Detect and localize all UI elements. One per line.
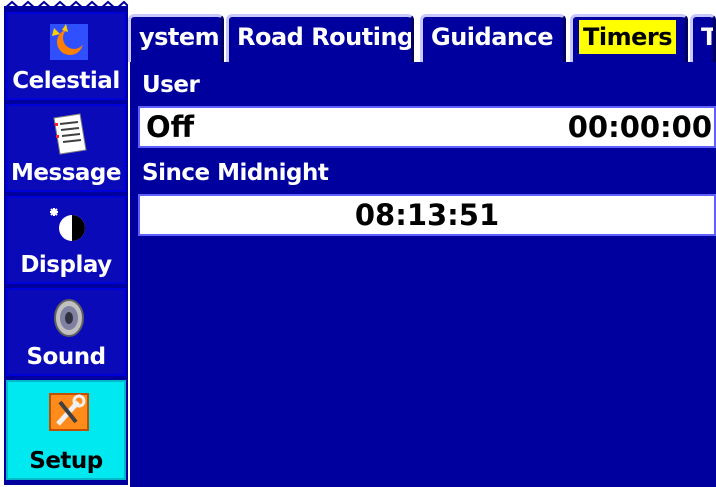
- celestial-icon: [50, 24, 88, 60]
- sidebar-item-label: Display: [20, 252, 112, 278]
- midnight-timer-value: 08:13:51: [354, 198, 500, 232]
- tab-road-routing[interactable]: Road Routing: [226, 14, 414, 62]
- sidebar-item-sound[interactable]: Sound: [6, 288, 126, 376]
- tab-label: T: [701, 23, 716, 51]
- sidebar-item-label: Celestial: [12, 68, 120, 94]
- sidebar-item-label: Setup: [29, 448, 103, 474]
- user-timer-value: 00:00:00: [567, 110, 712, 144]
- tab-label: Guidance: [431, 23, 553, 51]
- timers-panel: User Off 00:00:00 Since Midnight 08:13:5…: [130, 62, 716, 487]
- speaker-icon: [54, 299, 84, 337]
- wrench-icon: [49, 393, 89, 431]
- sidebar-item-label: Sound: [26, 344, 106, 370]
- user-timer-field[interactable]: Off 00:00:00: [138, 106, 716, 148]
- sidebar-item-display[interactable]: Display: [6, 196, 126, 284]
- display-icon: [50, 208, 85, 241]
- tab-bar: ystem Road Routing Guidance Timers T: [128, 8, 716, 62]
- message-icon: [53, 113, 87, 155]
- sidebar-item-celestial[interactable]: Celestial: [6, 12, 126, 100]
- tab-label: ystem: [139, 23, 220, 51]
- user-timer-label: User: [142, 72, 200, 98]
- sidebar-item-label: Message: [11, 160, 121, 186]
- tab-system[interactable]: ystem: [128, 14, 224, 62]
- tab-label: Timers: [579, 20, 677, 54]
- tab-label: Road Routing: [237, 23, 414, 51]
- midnight-timer-field: 08:13:51: [138, 194, 716, 236]
- tab-next[interactable]: T: [690, 14, 716, 62]
- midnight-timer-label: Since Midnight: [142, 160, 329, 186]
- sidebar: Celestial Message Display Sound Setup: [4, 6, 128, 485]
- sidebar-item-setup[interactable]: Setup: [6, 380, 126, 480]
- sidebar-item-message[interactable]: Message: [6, 104, 126, 192]
- tab-guidance[interactable]: Guidance: [420, 14, 566, 62]
- gps-screen: Celestial Message Display Sound Setup ys…: [0, 0, 716, 487]
- tab-timers[interactable]: Timers: [570, 14, 688, 62]
- user-timer-mode[interactable]: Off: [146, 108, 194, 146]
